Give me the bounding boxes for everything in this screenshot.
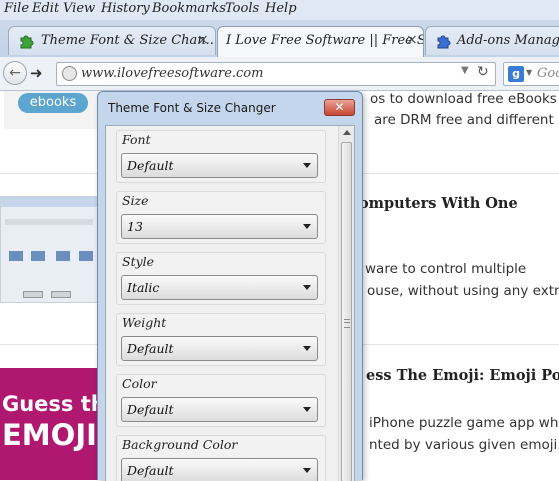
font-select[interactable]: Default — [121, 153, 318, 178]
color-value: Default — [127, 402, 174, 417]
ebooks-badge: ebooks — [18, 93, 88, 113]
size-value: 13 — [127, 219, 143, 234]
scroll-up-icon[interactable] — [343, 130, 351, 135]
chevron-down-icon — [303, 346, 311, 351]
dialog-close-button[interactable]: ✕ — [324, 99, 355, 116]
tab-i-love-free-software[interactable]: I Love Free Software || Free S... × — [217, 26, 424, 57]
size-select[interactable]: 13 — [121, 214, 318, 239]
article-heading[interactable]: ess The Emoji: Emoji Pop — [366, 367, 559, 384]
tab-label: Theme Font & Size Chan... — [41, 33, 216, 48]
article-text: ouse, without using any extra — [367, 283, 559, 299]
background-color-label: Background Color — [122, 437, 238, 452]
url-dropdown-icon[interactable]: ▼ — [461, 65, 469, 76]
style-select[interactable]: Italic — [121, 275, 318, 300]
article-text: nted by various given emoji. T — [369, 437, 559, 453]
font-value: Default — [127, 158, 174, 173]
search-bar[interactable]: g ▼ Goo — [503, 62, 559, 86]
background-color-select[interactable]: Default — [121, 458, 318, 481]
emoji-thumbnail-text: EMOJI — [2, 418, 97, 452]
color-select[interactable]: Default — [121, 397, 318, 422]
guess-the-emoji-thumbnail[interactable]: Guess the EMOJI — [0, 368, 98, 480]
size-label: Size — [122, 193, 149, 208]
color-group: Color Default — [116, 374, 326, 427]
menu-bar: File Edit View History Bookmarks Tools H… — [0, 0, 559, 20]
reload-icon[interactable]: ↻ — [477, 64, 489, 80]
forward-button[interactable]: ➜ — [30, 64, 50, 82]
menu-view[interactable]: View — [63, 1, 95, 16]
style-label: Style — [122, 254, 155, 269]
globe-icon — [62, 66, 77, 81]
vertical-scrollbar[interactable] — [338, 126, 354, 481]
article-text: are DRM free and different — [374, 112, 554, 128]
color-label: Color — [122, 376, 157, 391]
google-icon[interactable]: g — [508, 66, 524, 82]
tab-label: I Love Free Software || Free S... — [226, 33, 424, 48]
article-text: iPhone puzzle game app whe — [369, 415, 559, 431]
scrollbar-thumb[interactable] — [341, 142, 352, 481]
menu-history[interactable]: History — [101, 1, 150, 16]
chevron-down-icon — [303, 224, 311, 229]
menu-tools[interactable]: Tools — [225, 1, 259, 16]
article-text: ware to control multiple — [365, 261, 527, 277]
tab-theme-font-size-changer[interactable]: Theme Font & Size Chan... × — [8, 26, 216, 55]
emoji-thumbnail-text: Guess the — [2, 392, 98, 416]
software-screenshot-thumbnail[interactable] — [0, 196, 98, 303]
chevron-down-icon — [303, 285, 311, 290]
chevron-down-icon — [303, 407, 311, 412]
url-text: www.ilovefreesoftware.com — [81, 66, 264, 81]
close-tab-icon[interactable]: × — [197, 32, 209, 48]
chevron-down-icon — [303, 163, 311, 168]
weight-value: Default — [127, 341, 174, 356]
weight-label: Weight — [122, 315, 167, 330]
font-label: Font — [122, 132, 151, 147]
weight-select[interactable]: Default — [121, 336, 318, 361]
theme-font-size-changer-dialog: Theme Font & Size Changer ✕ Font Default… — [97, 91, 363, 481]
back-button[interactable]: ← — [3, 61, 27, 85]
back-arrow-icon: ← — [9, 65, 21, 81]
puzzle-icon — [18, 32, 36, 54]
size-group: Size 13 — [116, 191, 326, 244]
menu-help[interactable]: Help — [265, 1, 297, 16]
background-color-group: Background Color Default — [116, 435, 326, 481]
engine-dropdown-icon[interactable]: ▼ — [526, 68, 532, 77]
menu-file[interactable]: File — [4, 1, 29, 16]
weight-group: Weight Default — [116, 313, 326, 366]
dialog-title: Theme Font & Size Changer — [108, 101, 276, 115]
close-tab-icon[interactable]: × — [406, 32, 418, 48]
style-group: Style Italic — [116, 252, 326, 305]
ebooks-thumbnail[interactable]: ebooks — [4, 91, 104, 129]
dialog-body: Font Default Size 13 Style Italic Weight… — [105, 125, 355, 481]
background-color-value: Default — [127, 463, 174, 478]
font-group: Font Default — [116, 130, 326, 183]
article-text: os to download free eBooks — [370, 91, 557, 107]
menu-edit[interactable]: Edit — [32, 1, 59, 16]
style-value: Italic — [127, 280, 160, 295]
puzzle-icon — [435, 32, 453, 54]
tab-add-ons-manager[interactable]: Add-ons Manager — [425, 26, 559, 55]
search-placeholder: Goo — [537, 66, 559, 81]
tab-strip: Theme Font & Size Chan... × I Love Free … — [0, 20, 559, 57]
menu-bookmarks[interactable]: Bookmarks — [152, 1, 226, 16]
grip-icon — [344, 319, 350, 328]
close-icon: ✕ — [334, 100, 345, 114]
article-heading[interactable]: omputers With One — [359, 195, 518, 212]
tab-label: Add-ons Manager — [457, 33, 559, 48]
chevron-down-icon — [303, 468, 311, 473]
url-bar[interactable]: www.ilovefreesoftware.com ▼ ↻ — [56, 62, 496, 86]
navigation-bar: ← ➜ www.ilovefreesoftware.com ▼ ↻ g ▼ Go… — [0, 57, 559, 91]
forward-arrow-icon: ➜ — [30, 64, 43, 82]
